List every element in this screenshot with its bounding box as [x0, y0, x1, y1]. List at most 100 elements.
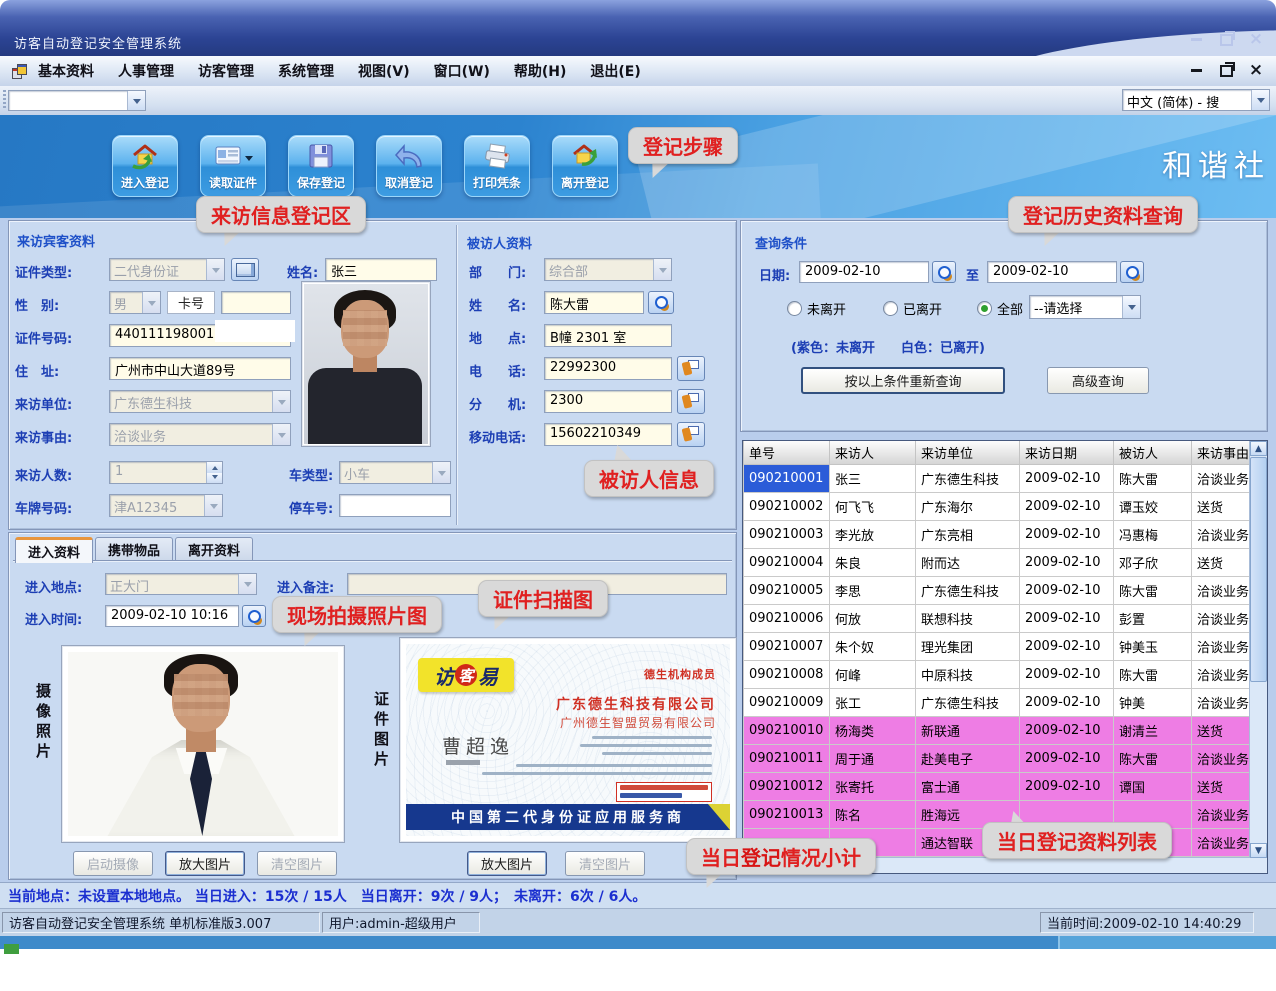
toolbar-button-read-card[interactable]: 读取证件 — [200, 135, 266, 197]
toolbar-button-print[interactable]: 打印凭条 — [464, 135, 530, 197]
query-filter-select[interactable]: --请选择 — [1029, 295, 1141, 319]
column-header[interactable]: 来访人 — [830, 441, 916, 465]
mdi-minimize-icon[interactable] — [1186, 63, 1206, 78]
radio-not-left[interactable]: 未离开 — [787, 299, 846, 318]
vertical-scroll-thumb[interactable] — [1250, 457, 1267, 682]
gender-select[interactable]: 男 — [109, 291, 161, 314]
column-header[interactable]: 被访人 — [1114, 441, 1192, 465]
zoom-scan-button[interactable]: 放大图片 — [467, 851, 547, 876]
location-input[interactable]: B幢 2301 室 — [544, 324, 672, 347]
date-to-picker-icon[interactable] — [1120, 261, 1144, 283]
vehicle-type-select[interactable]: 小车 — [339, 461, 451, 484]
column-header[interactable]: 单号 — [744, 441, 830, 465]
table-row[interactable]: 090210010杨海类新联通2009-02-10谢清兰送货 — [744, 717, 1252, 745]
table-row[interactable]: 090210001张三广东德生科技2009-02-10陈大雷洽谈业务 — [744, 465, 1252, 493]
chevron-down-icon[interactable] — [245, 156, 253, 165]
toolbar-button-leave[interactable]: 离开登记 — [552, 135, 618, 197]
restore-icon[interactable] — [1216, 32, 1236, 47]
quick-combo[interactable] — [8, 90, 146, 111]
reason-select[interactable]: 洽谈业务 — [109, 423, 291, 446]
clear-scan-button[interactable]: 清空图片 — [565, 851, 645, 876]
chevron-down-icon[interactable] — [1251, 90, 1269, 110]
radio-left[interactable]: 已离开 — [883, 299, 942, 318]
menu-item[interactable]: 帮助(H) — [514, 61, 567, 81]
table-row[interactable]: 090210006何放联想科技2009-02-10彭置洽谈业务 — [744, 605, 1252, 633]
table-row[interactable]: 090210002何飞飞广东海尔2009-02-10谭玉姣送货 — [744, 493, 1252, 521]
table-cell: 090210013 — [744, 801, 830, 829]
menu-item[interactable]: 系统管理 — [278, 61, 334, 81]
card-no-input[interactable] — [221, 291, 291, 314]
advanced-query-button[interactable]: 高级查询 — [1047, 367, 1149, 394]
visitor-name-input[interactable]: 张三 — [325, 258, 437, 281]
column-header[interactable]: 来访事由 — [1192, 441, 1252, 465]
date-from-input[interactable]: 2009-02-10 — [799, 261, 929, 283]
table-row[interactable]: 090210005李思广东德生科技2009-02-10陈大雷洽谈业务 — [744, 577, 1252, 605]
time-picker-icon[interactable] — [242, 605, 266, 627]
status-current-time: 当前时间:2009-02-10 14:40:29 — [1040, 912, 1254, 933]
scroll-down-icon[interactable]: ▼ — [1250, 843, 1267, 858]
zoom-photo-button[interactable]: 放大图片 — [165, 851, 245, 876]
address-input[interactable]: 广州市中山大道89号 — [109, 357, 291, 380]
menu-item[interactable]: 退出(E) — [590, 61, 640, 81]
table-row[interactable]: 090210009张工广东德生科技2009-02-10钟美洽谈业务 — [744, 689, 1252, 717]
call-mobile-icon[interactable] — [677, 422, 705, 447]
table-cell: 钟美 — [1114, 689, 1192, 717]
menu-item[interactable]: 访客管理 — [198, 61, 254, 81]
table-cell: 090210011 — [744, 745, 830, 773]
unit-select[interactable]: 广东德生科技 — [109, 390, 291, 413]
vertical-scrollbar[interactable]: ▲ ▼ — [1249, 441, 1267, 858]
cert-type-select[interactable]: 二代身份证 — [109, 258, 225, 281]
card-bottom-band: 中国第二代身份证应用服务商 — [406, 804, 730, 830]
menu-item[interactable]: 窗口(W) — [434, 61, 490, 81]
scroll-up-icon[interactable]: ▲ — [1250, 441, 1267, 456]
toolbar-button-cancel[interactable]: 取消登记 — [376, 135, 442, 197]
chevron-down-icon[interactable] — [1122, 296, 1140, 318]
call-phone-icon[interactable] — [677, 356, 705, 381]
menu-item[interactable]: 人事管理 — [118, 61, 174, 81]
column-header[interactable]: 来访日期 — [1020, 441, 1114, 465]
menu-item[interactable]: 视图(V) — [358, 61, 410, 81]
spin-down-icon[interactable] — [207, 473, 222, 484]
count-stepper[interactable]: 1 — [109, 461, 223, 484]
call-ext-icon[interactable] — [677, 389, 705, 414]
clear-photo-button[interactable]: 清空图片 — [257, 851, 337, 876]
requery-button[interactable]: 按以上条件重新查询 — [801, 367, 1005, 394]
tab-离开资料[interactable]: 离开资料 — [175, 537, 253, 561]
chevron-down-icon[interactable] — [127, 91, 145, 110]
table-row[interactable]: 090210011周于通赴美电子2009-02-10陈大雷洽谈业务 — [744, 745, 1252, 773]
start-camera-button[interactable]: 启动摄像 — [73, 851, 153, 876]
language-select[interactable]: 中文 (简体) - 搜 — [1122, 89, 1270, 111]
tab-进入资料[interactable]: 进入资料 — [15, 537, 93, 563]
spin-up-icon[interactable] — [207, 462, 222, 473]
toolbar-grip[interactable] — [3, 90, 6, 110]
ext-input[interactable]: 2300 — [544, 390, 672, 413]
toolbar-button-enter[interactable]: 进入登记 — [112, 135, 178, 197]
table-row[interactable]: 090210012张寄托富士通2009-02-10谭国送货 — [744, 773, 1252, 801]
minimize-icon[interactable] — [1186, 32, 1206, 47]
tab-携带物品[interactable]: 携带物品 — [95, 537, 173, 561]
date-to-input[interactable]: 2009-02-10 — [987, 261, 1117, 283]
table-cell: 杨海类 — [830, 717, 916, 745]
mdi-close-icon[interactable]: × — [1246, 63, 1266, 78]
menu-item[interactable]: 基本资料 — [38, 61, 94, 81]
status-user: 用户:admin-超级用户 — [322, 912, 480, 933]
entry-place-select[interactable]: 正大门 — [105, 573, 257, 595]
interviewee-name-input[interactable]: 陈大雷 — [544, 291, 644, 314]
radio-all[interactable]: 全部 — [977, 299, 1023, 318]
phone-input[interactable]: 22992300 — [544, 357, 672, 380]
entry-time-input[interactable]: 2009-02-10 10:16 — [105, 605, 239, 627]
table-row[interactable]: 090210008何峰中原科技2009-02-10陈大雷洽谈业务 — [744, 661, 1252, 689]
table-row[interactable]: 090210007朱个奴理光集团2009-02-10钟美玉洽谈业务 — [744, 633, 1252, 661]
lookup-icon[interactable] — [648, 291, 674, 314]
close-icon[interactable]: × — [1246, 32, 1266, 47]
table-row[interactable]: 090210004朱良附而达2009-02-10邓子欣送货 — [744, 549, 1252, 577]
table-row[interactable]: 090210003李光放广东亮相2009-02-10冯惠梅洽谈业务 — [744, 521, 1252, 549]
date-from-picker-icon[interactable] — [932, 261, 956, 283]
parking-input[interactable] — [339, 494, 451, 517]
dept-select[interactable]: 综合部 — [544, 258, 672, 281]
id-card-reader-button[interactable] — [231, 258, 259, 281]
column-header[interactable]: 来访单位 — [916, 441, 1020, 465]
toolbar-button-save[interactable]: 保存登记 — [288, 135, 354, 197]
plate-select[interactable]: 津A12345 — [109, 494, 223, 517]
mdi-restore-icon[interactable] — [1216, 63, 1236, 78]
